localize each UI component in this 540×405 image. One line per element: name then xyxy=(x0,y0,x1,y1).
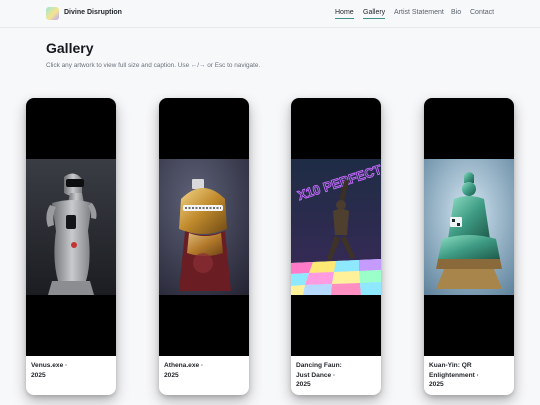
nav-contact[interactable]: Contact xyxy=(470,9,494,16)
artwork-title: Dancing Faun: xyxy=(296,362,342,369)
nav-bio[interactable]: Bio xyxy=(451,9,461,16)
artwork-caption: Dancing Faun: Just Dance · 2025 xyxy=(296,361,376,390)
site-brand[interactable]: Divine Disruption xyxy=(64,9,122,16)
nav-artist-statement[interactable]: Artist Statement xyxy=(394,9,444,16)
artwork-year: 2025 xyxy=(429,381,444,389)
artwork-title: Kuan-Yin: QR xyxy=(429,362,472,369)
artwork-title-line-2: Just Dance · xyxy=(296,371,336,379)
gallery-card-kuan-yin[interactable]: Kuan-Yin: QR Enlightenment · 2025 xyxy=(424,98,514,395)
artwork-year: 2025 xyxy=(164,371,179,379)
artwork-caption: Venus.exe · 2025 xyxy=(31,361,111,380)
artwork-dancing-faun-image: X10 PERFECT xyxy=(291,159,381,295)
artwork-caption: Athena.exe · 2025 xyxy=(164,361,244,380)
gallery-card-dancing-faun[interactable]: X10 PERFECT Dancing Faun: Just Dance · 2… xyxy=(291,98,381,395)
artwork-year: 2025 xyxy=(296,381,311,389)
gallery-card-venus[interactable]: Venus.exe · 2025 xyxy=(26,98,116,395)
artwork-year: 2025 xyxy=(31,371,46,379)
logo-icon[interactable] xyxy=(46,7,59,20)
artwork-title: Venus.exe · xyxy=(31,362,68,369)
artwork-frame[interactable] xyxy=(424,98,514,356)
artwork-athena-image xyxy=(159,159,249,295)
dance-floor-tiles xyxy=(291,259,381,295)
artwork-caption: Kuan-Yin: QR Enlightenment · 2025 xyxy=(429,361,509,390)
top-navigation-bar: Divine Disruption Home Gallery Artist St… xyxy=(0,0,540,28)
artwork-frame[interactable] xyxy=(159,98,249,356)
page-title: Gallery xyxy=(46,40,94,56)
gallery-card-athena[interactable]: Athena.exe · 2025 xyxy=(159,98,249,395)
nav-home[interactable]: Home xyxy=(335,9,354,19)
artwork-frame[interactable] xyxy=(26,98,116,356)
artwork-frame[interactable]: X10 PERFECT xyxy=(291,98,381,356)
artwork-venus-image xyxy=(26,159,116,295)
gallery-instructions: Click any artwork to view full size and … xyxy=(46,62,261,69)
artwork-title-line-2: Enlightenment · xyxy=(429,371,479,379)
artwork-kuan-yin-image xyxy=(424,159,514,295)
artwork-title: Athena.exe · xyxy=(164,362,204,369)
nav-gallery[interactable]: Gallery xyxy=(363,9,386,19)
